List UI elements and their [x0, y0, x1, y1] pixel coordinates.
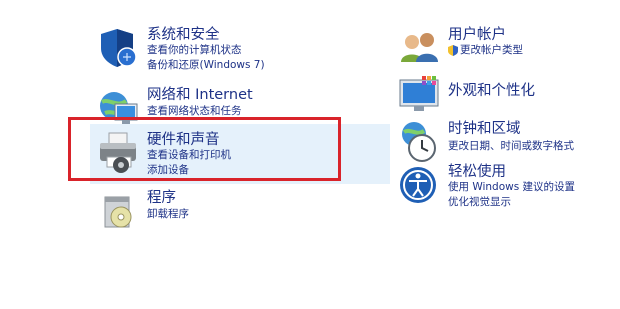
- link-optimize-visual-display[interactable]: 优化视觉显示: [448, 196, 511, 209]
- category-title[interactable]: 外观和个性化: [448, 82, 535, 100]
- shield-icon: [101, 29, 137, 67]
- programs-disc-icon: [104, 196, 132, 228]
- ease-of-access-icon: [400, 167, 436, 203]
- link-uninstall-program[interactable]: 卸载程序: [147, 208, 189, 221]
- link-backup-restore[interactable]: 备份和还原(Windows 7): [147, 59, 265, 72]
- clock-globe-icon: [402, 122, 436, 162]
- link-label: 更改帐户类型: [460, 44, 523, 56]
- users-icon: [401, 33, 438, 62]
- category-title[interactable]: 时钟和区域: [448, 120, 521, 138]
- link-change-account-type[interactable]: 更改帐户类型: [448, 44, 523, 57]
- uac-shield-icon: [448, 45, 458, 56]
- monitor-palette-icon: [399, 76, 439, 111]
- link-view-computer-status[interactable]: 查看你的计算机状态: [147, 44, 242, 57]
- category-title[interactable]: 网络和 Internet: [147, 86, 253, 104]
- annotation-highlight-box: [68, 117, 341, 181]
- category-title[interactable]: 程序: [147, 189, 176, 207]
- category-title[interactable]: 用户帐户: [448, 26, 506, 44]
- link-change-date-format[interactable]: 更改日期、时间或数字格式: [448, 140, 574, 153]
- category-title[interactable]: 轻松使用: [448, 163, 506, 181]
- category-title[interactable]: 系统和安全: [147, 26, 220, 44]
- link-windows-suggested-settings[interactable]: 使用 Windows 建议的设置: [448, 181, 575, 194]
